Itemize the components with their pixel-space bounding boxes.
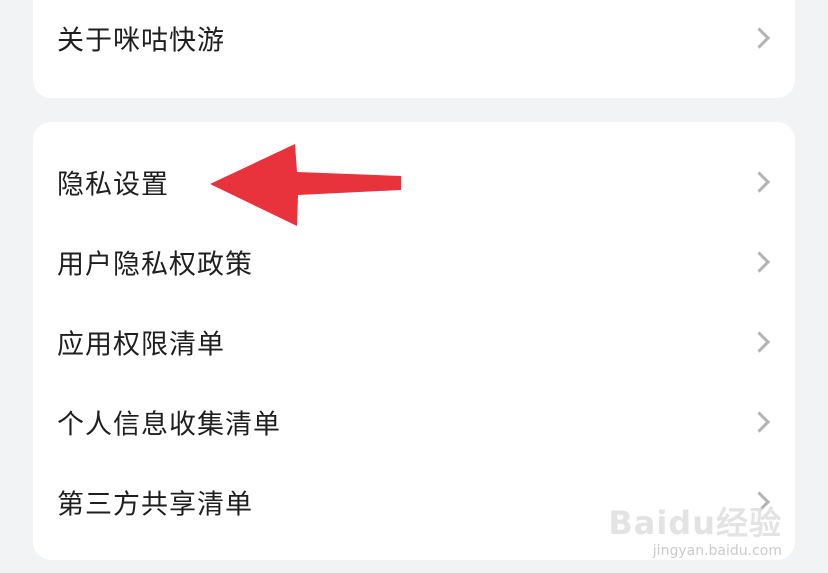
app-permissions-list-row[interactable]: 应用权限清单 [33, 302, 795, 382]
privacy-settings-row[interactable]: 隐私设置 [33, 142, 795, 222]
third-party-sharing-list-label: 第三方共享清单 [57, 489, 253, 521]
user-privacy-policy-row[interactable]: 用户隐私权政策 [33, 222, 795, 302]
privacy-settings-label: 隐私设置 [57, 169, 169, 201]
third-party-sharing-list-row[interactable]: 第三方共享清单 [33, 462, 795, 542]
about-migu-row[interactable]: 关于咪咕快游 [33, 0, 795, 78]
about-migu-label: 关于咪咕快游 [57, 25, 225, 57]
chevron-right-icon [748, 491, 771, 513]
chevron-right-icon [748, 411, 771, 433]
app-permissions-list-label: 应用权限清单 [57, 329, 225, 361]
user-privacy-policy-label: 用户隐私权政策 [57, 249, 253, 281]
chevron-right-icon [748, 331, 771, 353]
settings-card-privacy: 隐私设置 用户隐私权政策 应用权限清单 个人信息收集清单 第三方共享清单 [33, 122, 795, 560]
chevron-right-icon [748, 171, 771, 193]
settings-card-about: 关于咪咕快游 [33, 0, 795, 98]
personal-info-collection-list-row[interactable]: 个人信息收集清单 [33, 382, 795, 462]
personal-info-collection-list-label: 个人信息收集清单 [57, 409, 281, 441]
chevron-right-icon [748, 251, 771, 273]
chevron-right-icon [748, 27, 771, 49]
red-pointer-arrow-icon [210, 144, 401, 226]
